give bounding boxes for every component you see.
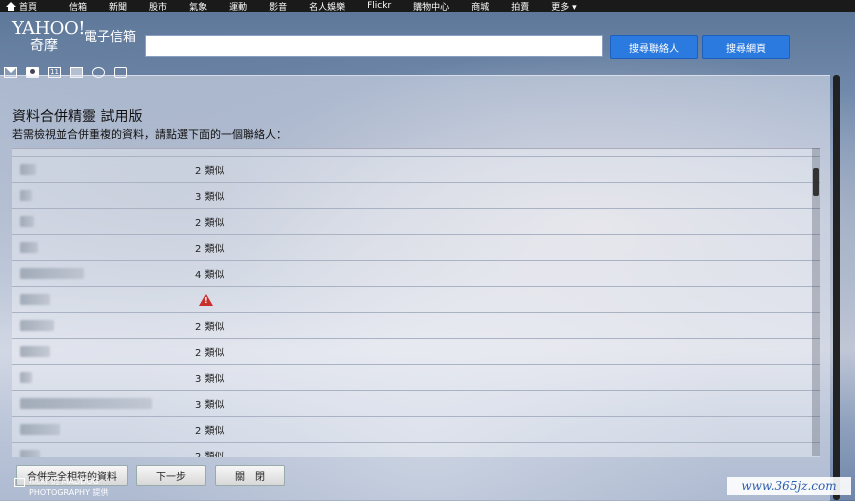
merge-wizard-dialog: 資料合併精靈 試用版 若需檢視並合併重複的資料，請點選下面的一個聯絡人： 2 類… [0,75,830,501]
watermark: www.365jz.com [727,477,851,495]
nav-item-stocks[interactable]: 股市 [149,0,167,13]
similar-count: 3 類似 [195,374,225,385]
nav-home[interactable]: 首頁 [0,0,43,13]
similar-count: 2 類似 [195,348,225,359]
table-row[interactable]: 2 類似 [12,235,820,261]
similar-count: 2 類似 [195,448,225,457]
nav-item-news[interactable]: 新聞 [109,0,127,13]
duplicate-contacts-list: 2 類似 3 類似 2 類似 2 類似 4 類似 2 類似 2 類似 3 類似 3 類似 2 類似… [12,148,820,457]
list-scrollbar[interactable] [812,148,820,456]
contact-name-redacted [12,391,195,417]
nav-item-flickr[interactable]: Flickr [367,1,391,11]
top-nav: 首頁 信箱 新聞 股市 氣象 運動 影音 名人娛樂 Flickr 購物中心 商城… [0,0,855,13]
search-input[interactable] [145,35,603,57]
logo-text: YAHOO! [12,18,85,39]
contact-name-redacted [12,183,195,209]
table-row[interactable]: 4 類似 [12,261,820,287]
table-row[interactable]: 3 類似 [12,391,820,417]
table-row[interactable]: 3 類似 [12,365,820,391]
nav-item-weather[interactable]: 氣象 [189,0,207,13]
nav-item-celebrity[interactable]: 名人娛樂 [309,0,345,13]
credit-line2: PHOTOGRAPHY 提供 [29,488,109,497]
table-row[interactable]: 2 類似 [12,157,820,183]
nav-item-video[interactable]: 影音 [269,0,287,13]
page-scrollbar[interactable] [833,75,840,500]
nav-item-sports[interactable]: 運動 [229,0,247,13]
nav-item-auction[interactable]: 拍賣 [511,0,529,13]
credit-line1: flickr 的 MADDOG [29,477,99,486]
similar-count: 3 類似 [195,192,225,203]
table-row[interactable]: 3 類似 [12,183,820,209]
similar-count: 2 類似 [195,244,225,255]
contact-name-redacted [12,365,195,391]
next-button[interactable]: 下一步 [136,465,206,486]
contact-name-redacted [12,261,195,287]
warning-icon [199,293,213,306]
contact-name-redacted [12,339,195,365]
dialog-subtitle: 若需檢視並合併重複的資料，請點選下面的一個聯絡人： [12,128,287,141]
photo-credit: flickr 的 MADDOG PHOTOGRAPHY 提供 [14,476,109,498]
contact-name-redacted [12,235,195,261]
similar-count: 2 類似 [195,218,225,229]
nav-item-shopping[interactable]: 購物中心 [413,0,449,13]
nav-item-more[interactable]: 更多 ▾ [551,0,576,13]
search-web-button[interactable]: 搜尋網頁 [702,35,790,59]
similar-count: 3 類似 [195,400,225,411]
nav-item-home: 首頁 [19,2,38,13]
contact-name-redacted [12,443,195,457]
yahoo-logo[interactable]: YAHOO! 奇摩 [12,18,85,54]
table-row[interactable]: 2 類似 [12,339,820,365]
header: YAHOO! 奇摩 電子信箱 搜尋聯絡人 搜尋網頁 [0,12,855,78]
mail-title: 電子信箱 [84,30,137,45]
contact-name-redacted [12,313,195,339]
similar-count: 2 類似 [195,166,225,177]
similar-count: 2 類似 [195,426,225,437]
home-icon [6,1,16,11]
logo-sub: 奇摩 [30,38,58,54]
contact-name-redacted [12,417,195,443]
contact-name-redacted [12,157,195,183]
list-scrollbar-thumb[interactable] [813,168,819,196]
contact-name-redacted [12,287,195,313]
dialog-title: 資料合併精靈 試用版 [12,109,143,125]
table-row[interactable]: 2 類似 [12,209,820,235]
similar-count: 4 類似 [195,270,225,281]
similar-count: 2 類似 [195,322,225,333]
search-contacts-button[interactable]: 搜尋聯絡人 [610,35,698,59]
table-row[interactable] [12,287,820,313]
contact-name-redacted [12,209,195,235]
table-row[interactable]: 2 類似 [12,417,820,443]
nav-item-mail[interactable]: 信箱 [69,0,87,13]
table-row[interactable]: 2 類似 [12,443,820,457]
image-icon [14,478,25,487]
close-button[interactable]: 關 閉 [215,465,285,486]
table-row[interactable]: 2 類似 [12,313,820,339]
nav-item-mall[interactable]: 商城 [471,0,489,13]
